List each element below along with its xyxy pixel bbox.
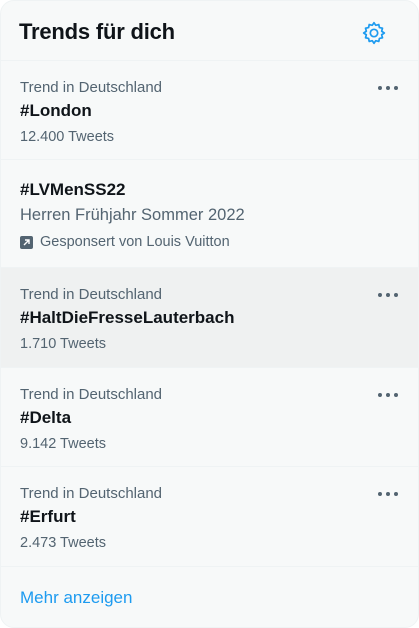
trend-context: Trend in Deutschland xyxy=(20,79,163,96)
promoted-trend-item[interactable]: #LVMenSS22 Herren Frühjahr Sommer 2022 G… xyxy=(1,160,418,268)
show-more-link[interactable]: Mehr anzeigen xyxy=(20,588,132,608)
trend-item[interactable]: Trend in Deutschland #HaltDieFresseLaute… xyxy=(1,268,418,368)
trend-context: Trend in Deutschland xyxy=(20,485,163,502)
trend-tweet-count: 12.400 Tweets xyxy=(20,129,115,145)
trend-context: Trend in Deutschland xyxy=(20,286,163,303)
trend-name: #London xyxy=(20,101,92,120)
trend-description: Herren Frühjahr Sommer 2022 xyxy=(20,206,245,224)
more-options-icon[interactable] xyxy=(377,487,399,501)
trend-name: #HaltDieFresseLauterbach xyxy=(20,308,235,327)
more-options-icon[interactable] xyxy=(377,388,399,402)
trend-name: #Delta xyxy=(20,408,72,427)
trend-item[interactable]: Trend in Deutschland #Delta 9.142 Tweets xyxy=(1,368,418,467)
trend-tweet-count: 2.473 Tweets xyxy=(20,535,106,551)
trend-tweet-count: 9.142 Tweets xyxy=(20,436,106,452)
trend-item[interactable]: Trend in Deutschland #London 12.400 Twee… xyxy=(1,61,418,160)
promoted-label: Gesponsert von Louis Vuitton xyxy=(20,234,230,250)
trend-name: #LVMenSS22 xyxy=(20,180,126,199)
trend-tweet-count: 1.710 Tweets xyxy=(20,336,106,352)
more-options-icon[interactable] xyxy=(377,288,399,302)
trends-header: Trends für dich xyxy=(1,1,418,61)
more-options-icon[interactable] xyxy=(377,81,399,95)
trends-panel: Trends für dich Trend in Deutschland #Lo… xyxy=(0,0,419,628)
promoted-icon xyxy=(20,235,33,249)
trend-name: #Erfurt xyxy=(20,507,76,526)
gear-icon[interactable] xyxy=(361,20,387,46)
panel-title: Trends für dich xyxy=(19,19,175,44)
trend-context: Trend in Deutschland xyxy=(20,386,163,403)
trend-item[interactable]: Trend in Deutschland #Erfurt 2.473 Tweet… xyxy=(1,467,418,567)
promoted-text: Gesponsert von Louis Vuitton xyxy=(40,234,230,250)
